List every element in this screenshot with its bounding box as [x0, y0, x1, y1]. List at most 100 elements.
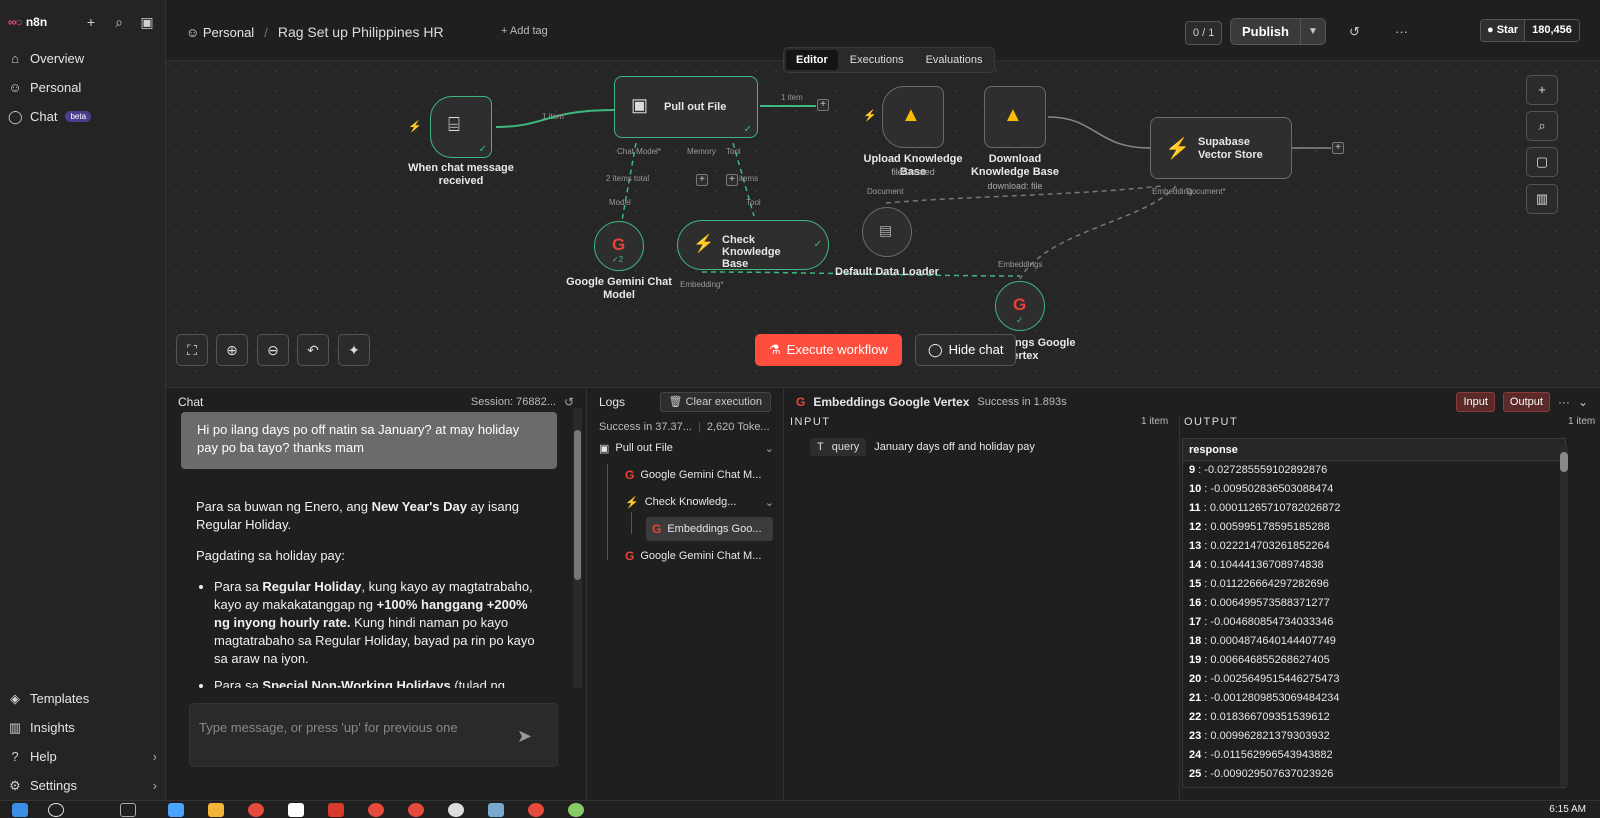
clear-execution-button[interactable]: 🗑 Clear execution [659, 392, 771, 412]
github-star-button[interactable]: ● Star [1481, 20, 1526, 41]
chat-scrollbar[interactable] [573, 408, 582, 688]
collapse-sidebar-icon[interactable]: ▣ [137, 12, 157, 32]
response-row: 23 : 0.009962821379303932 [1183, 727, 1565, 746]
row-key: 23 [1189, 730, 1202, 742]
n8n-logo-icon: ∞○ [8, 15, 23, 29]
scrollbar-thumb[interactable] [574, 430, 581, 580]
response-row: 14 : 0.10444136708974838 [1183, 556, 1565, 575]
node-check-knowledge-base[interactable]: ⚡ Check Knowledge Base ✓ [677, 220, 829, 270]
more-options-icon[interactable]: ··· [1558, 395, 1570, 409]
divider: | [697, 421, 701, 433]
fit-view-icon[interactable]: ⛶ [176, 334, 208, 366]
n8n-logo[interactable]: ∞○ n8n [8, 15, 47, 29]
github-star-widget[interactable]: ● Star 180,456 [1480, 19, 1580, 42]
success-count: ✓2 [612, 255, 624, 264]
chat-input[interactable]: Type message, or press 'up' for previous… [189, 703, 558, 767]
app-icon[interactable] [488, 803, 504, 817]
node-subtitle: download: file [987, 181, 1043, 191]
add-tool-plus-icon[interactable]: + [726, 174, 738, 186]
tab-editor[interactable]: Editor [786, 50, 838, 70]
add-memory-plus-icon[interactable]: + [696, 174, 708, 186]
node-gemini-chat-model[interactable]: G ✓2 [594, 221, 644, 271]
task-view-icon[interactable] [120, 803, 136, 817]
log-item-embeddings[interactable]: G Embeddings Goo... [646, 517, 773, 541]
input-toggle-button[interactable]: Input [1456, 392, 1495, 412]
tidy-up-icon[interactable]: ✦ [338, 334, 370, 366]
node-embeddings-google-vertex[interactable]: G ✓ [995, 281, 1045, 331]
output-toggle-button[interactable]: Output [1502, 392, 1550, 412]
add-node-plus-icon[interactable]: + [1332, 142, 1344, 154]
hide-chat-button[interactable]: ◯ Hide chat [915, 334, 1017, 366]
divider [1179, 416, 1180, 801]
app-icon[interactable] [288, 803, 304, 817]
more-options-icon[interactable]: ··· [1395, 24, 1408, 39]
nav-settings[interactable]: ⚙ Settings › [0, 771, 165, 800]
project-link[interactable]: ☺ Personal [186, 25, 254, 40]
sticky-note-icon[interactable]: ▢ [1526, 147, 1558, 177]
supabase-bolt-icon: ⚡ [693, 234, 715, 253]
publish-button[interactable]: Publish [1231, 19, 1301, 44]
chrome-icon[interactable] [248, 803, 264, 817]
output-scrollbar[interactable] [1560, 446, 1568, 786]
tab-evaluations[interactable]: Evaluations [916, 50, 993, 70]
settings-icon[interactable] [448, 803, 464, 817]
node-upload-knowledge-base[interactable]: ▲ [882, 86, 944, 148]
execute-workflow-button[interactable]: ⚗ Execute workflow [755, 334, 902, 366]
search-icon[interactable]: ⌕ [109, 12, 129, 32]
chrome-icon[interactable] [368, 803, 384, 817]
log-item-gemini-2[interactable]: G Google Gemini Chat M... [625, 544, 761, 568]
scrollbar-thumb[interactable] [1560, 452, 1568, 472]
chevron-down-icon[interactable]: ▼ [1301, 19, 1325, 44]
chevron-down-icon[interactable]: ⌄ [765, 496, 774, 509]
send-icon[interactable]: ➤ [517, 726, 532, 747]
nav-insights[interactable]: ▥ Insights [0, 713, 165, 742]
node-supabase-vector-store[interactable]: ⚡ Supabase Vector Store [1150, 117, 1292, 179]
row-value: 0.005995178595185288 [1210, 521, 1330, 533]
chevron-down-icon[interactable]: ⌄ [1578, 395, 1588, 409]
history-icon[interactable]: ↺ [1349, 24, 1360, 40]
port-label: Embedding* [680, 280, 724, 289]
node-default-data-loader[interactable]: ▤ [862, 207, 912, 257]
nav-personal[interactable]: ☺ Personal [0, 73, 165, 102]
file-explorer-icon[interactable] [208, 803, 224, 817]
canvas-search-icon[interactable]: ⌕ [1526, 111, 1558, 141]
tab-executions[interactable]: Executions [840, 50, 914, 70]
row-value: -0.011562996543943882 [1210, 749, 1333, 761]
add-node-icon[interactable]: + [1526, 75, 1558, 105]
chrome-icon[interactable] [528, 803, 544, 817]
pdf-icon[interactable] [328, 803, 344, 817]
panel-toggle-icon[interactable]: ▥ [1526, 184, 1558, 214]
log-item-pull-out-file[interactable]: ▣ Pull out File ⌄ [599, 436, 774, 460]
chrome-icon[interactable] [408, 803, 424, 817]
google-icon: G [796, 395, 806, 409]
chevron-right-icon: › [152, 778, 157, 793]
zoom-in-icon[interactable]: ⊕ [216, 334, 248, 366]
search-icon[interactable] [48, 803, 64, 817]
node-chat-trigger[interactable]: ⌸ ✓ [430, 96, 492, 158]
zoom-out-icon[interactable]: ⊖ [257, 334, 289, 366]
row-key: 16 [1189, 597, 1202, 609]
undo-icon[interactable]: ↶ [297, 334, 329, 366]
row-key: 10 [1189, 483, 1202, 495]
add-icon[interactable]: + [81, 12, 101, 32]
log-item-check-kb[interactable]: ⚡ Check Knowledg... ⌄ [625, 490, 774, 514]
add-node-plus-icon[interactable]: + [817, 99, 829, 111]
reset-session-icon[interactable]: ↺ [564, 395, 574, 409]
chevron-down-icon[interactable]: ⌄ [765, 442, 774, 455]
node-pull-out-file[interactable]: ▣ Pull out File ✓ [614, 76, 758, 138]
workflow-canvas[interactable]: ⚡ ⌸ ✓ When chat message received 1 item … [166, 61, 1600, 387]
settings-icon: ⚙ [9, 777, 21, 793]
nav-templates[interactable]: ◈ Templates [0, 684, 165, 713]
log-item-gemini[interactable]: G Google Gemini Chat M... [625, 463, 761, 487]
copilot-icon[interactable] [168, 803, 184, 817]
nav-chat[interactable]: ◯ Chat beta [0, 102, 165, 131]
add-tag-button[interactable]: + Add tag [501, 25, 548, 37]
workflow-title[interactable]: Rag Set up Philippines HR [278, 24, 444, 40]
app-icon[interactable] [568, 803, 584, 817]
windows-start-icon[interactable] [12, 803, 28, 817]
response-row: 22 : 0.018366709351539612 [1183, 708, 1565, 727]
version-counter: 0 / 1 [1185, 21, 1223, 45]
node-download-knowledge-base[interactable]: ▲ [984, 86, 1046, 148]
nav-overview[interactable]: ⌂ Overview [0, 44, 165, 73]
nav-help[interactable]: ? Help › [0, 742, 165, 771]
